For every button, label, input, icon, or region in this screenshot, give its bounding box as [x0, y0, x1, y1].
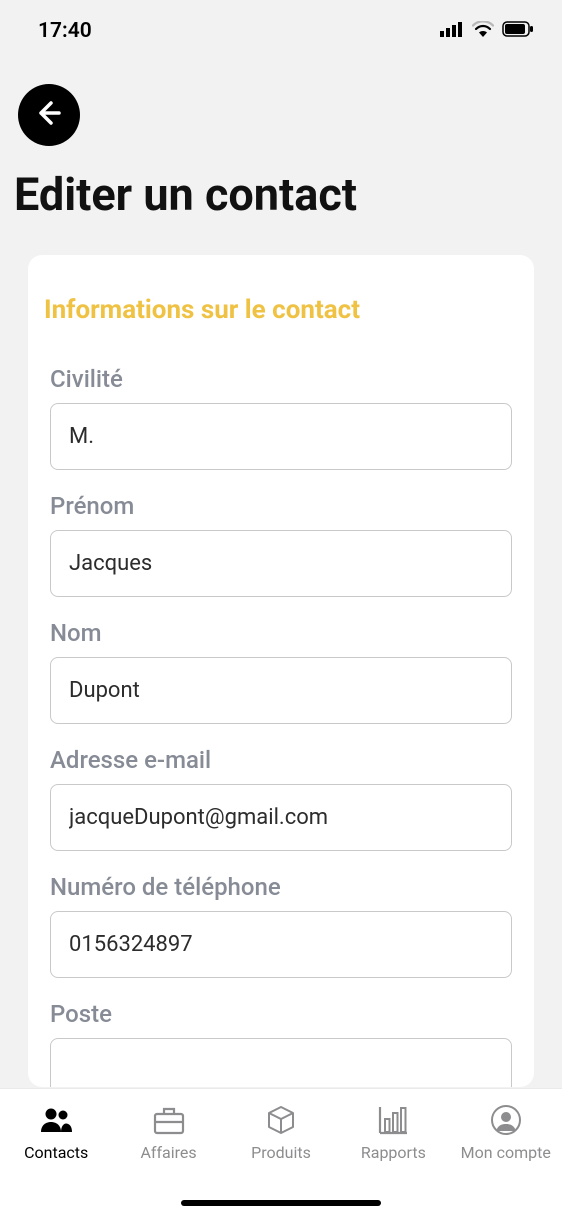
status-time: 17:40 — [38, 19, 92, 43]
firstname-group: Prénom — [42, 492, 520, 597]
nav-compte[interactable]: Mon compte — [451, 1103, 561, 1162]
position-input[interactable] — [50, 1038, 512, 1087]
phone-label: Numéro de téléphone — [50, 873, 512, 901]
nav-affaires-label: Affaires — [140, 1143, 196, 1162]
battery-icon — [502, 21, 534, 41]
lastname-label: Nom — [50, 619, 512, 647]
contacts-icon — [39, 1103, 73, 1137]
bottom-nav: Contacts Affaires Produits Rapports Mon … — [0, 1088, 562, 1218]
civility-input[interactable] — [50, 403, 512, 470]
status-indicators — [440, 21, 534, 41]
civility-label: Civilité — [50, 365, 512, 393]
home-indicator[interactable] — [181, 1200, 381, 1206]
nav-affaires[interactable]: Affaires — [114, 1103, 224, 1162]
email-label: Adresse e-mail — [50, 746, 512, 774]
civility-group: Civilité — [42, 365, 520, 470]
nav-produits[interactable]: Produits — [226, 1103, 336, 1162]
lastname-input[interactable] — [50, 657, 512, 724]
nav-contacts[interactable]: Contacts — [1, 1103, 111, 1162]
firstname-input[interactable] — [50, 530, 512, 597]
page-title: Editer un contact — [0, 146, 562, 221]
nav-compte-label: Mon compte — [461, 1143, 551, 1162]
firstname-label: Prénom — [50, 492, 512, 520]
chart-icon — [376, 1103, 410, 1137]
arrow-left-icon — [34, 98, 64, 132]
email-input[interactable] — [50, 784, 512, 851]
wifi-icon — [472, 21, 494, 41]
position-label: Poste — [50, 1000, 512, 1028]
nav-contacts-label: Contacts — [24, 1143, 88, 1162]
phone-input[interactable] — [50, 911, 512, 978]
cellular-icon — [440, 21, 464, 41]
lastname-group: Nom — [42, 619, 520, 724]
nav-produits-label: Produits — [251, 1143, 311, 1162]
back-button[interactable] — [18, 84, 80, 146]
briefcase-icon — [152, 1103, 186, 1137]
email-group: Adresse e-mail — [42, 746, 520, 851]
section-title: Informations sur le contact — [42, 295, 520, 325]
status-bar: 17:40 — [0, 0, 562, 54]
account-icon — [489, 1103, 523, 1137]
nav-rapports-label: Rapports — [361, 1143, 426, 1162]
nav-rapports[interactable]: Rapports — [338, 1103, 448, 1162]
phone-group: Numéro de téléphone — [42, 873, 520, 978]
box-icon — [264, 1103, 298, 1137]
contact-info-card: Informations sur le contact Civilité Pré… — [28, 255, 534, 1087]
position-group: Poste — [42, 1000, 520, 1087]
